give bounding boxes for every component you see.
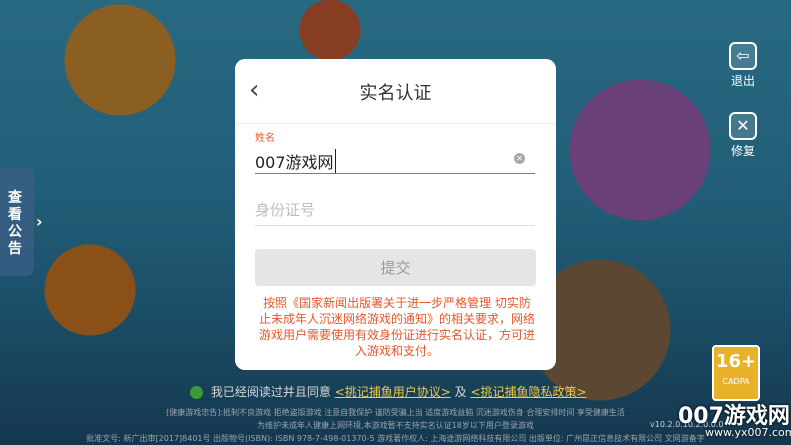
- wrench-icon: ✕: [729, 112, 757, 140]
- repair-button[interactable]: ✕ 修复: [722, 112, 764, 159]
- dialog-header: ‹ 实名认证: [235, 59, 556, 124]
- exit-button[interactable]: ⇦ 退出: [722, 42, 764, 89]
- real-name-dialog: ‹ 实名认证 姓名 007游戏网 ✕ 提交 按照《国家新闻出版署关于进一步严格管…: [235, 59, 556, 370]
- id-number-input[interactable]: [255, 197, 515, 223]
- chevron-right-icon: ›: [36, 212, 43, 231]
- agreement-and: 及: [454, 385, 467, 399]
- exit-icon: ⇦: [729, 42, 757, 70]
- notice-tab-label: 查看公告: [8, 190, 22, 257]
- health-advice: [健康游戏忠告]:抵制不良游戏 拒绝盗版游戏 注意自我保护 谨防受骗上当 适度游…: [166, 408, 625, 417]
- exit-label: 退出: [730, 74, 755, 88]
- notice-tab[interactable]: 查看公告 ›: [0, 168, 43, 276]
- anti-addiction-notice: 按照《国家新闻出版署关于进一步严格管理 切实防止未成年人沉迷网络游戏的通知》的相…: [259, 296, 536, 358]
- name-value[interactable]: 007游戏网: [255, 149, 336, 173]
- submit-button[interactable]: 提交: [255, 249, 536, 286]
- publication-info: 批准文号: 新广出审[2017]8401号 出版物号(ISBN): ISBN 9…: [86, 434, 705, 443]
- user-agreement-link[interactable]: <挑记捕鱼用户协议>: [335, 385, 451, 399]
- id-number-field[interactable]: [255, 197, 535, 226]
- clear-icon[interactable]: ✕: [514, 153, 525, 164]
- agreement-prefix: 我已经阅读过并且同意: [210, 385, 331, 399]
- dialog-title: 实名认证: [359, 83, 432, 104]
- agreement-row: 我已经阅读过并且同意 <挑记捕鱼用户协议> 及 <挑记捕鱼隐私政策>: [190, 383, 587, 400]
- name-label: 姓名: [255, 133, 275, 144]
- name-field[interactable]: 007游戏网 ✕: [255, 147, 535, 174]
- rating-label: CADPA: [722, 377, 750, 386]
- agreement-checkbox[interactable]: [190, 386, 203, 399]
- age-rating-badge: 16+ CADPA: [712, 345, 760, 401]
- watermark-url: www.yx007.com: [705, 426, 791, 439]
- repair-label: 修复: [730, 144, 755, 158]
- privacy-policy-link[interactable]: <挑记捕鱼隐私政策>: [470, 385, 586, 399]
- age-rating: 16+: [715, 351, 757, 372]
